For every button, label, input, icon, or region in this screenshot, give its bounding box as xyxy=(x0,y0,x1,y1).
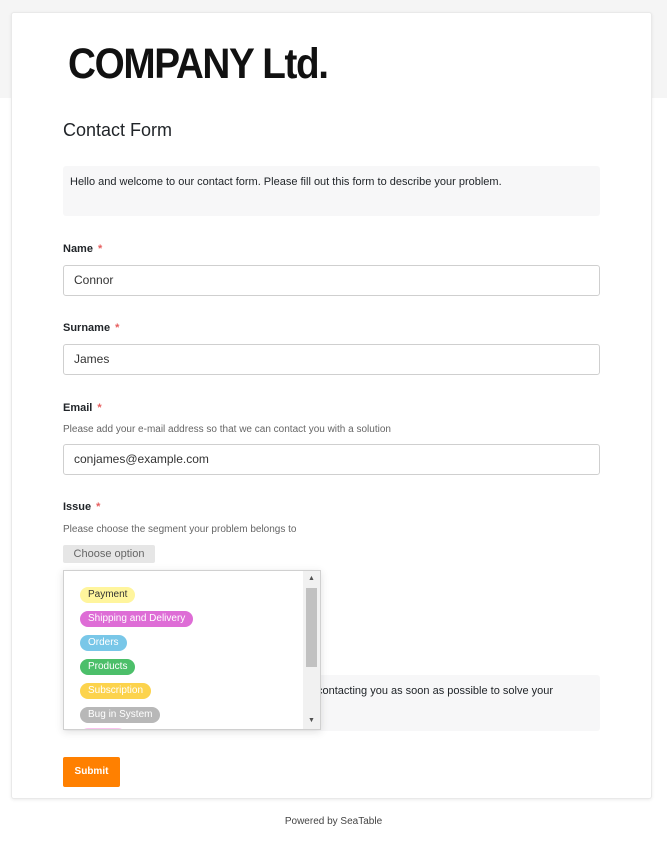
form-description-text: Hello and welcome to our contact form. P… xyxy=(70,176,502,188)
name-input-value: Connor xyxy=(74,273,114,287)
issue-option-payment[interactable]: Payment xyxy=(80,584,136,603)
option-pill: Bug in System xyxy=(80,707,161,723)
email-hint: Please add your e-mail address so that w… xyxy=(63,424,391,435)
submit-button[interactable]: Submit xyxy=(63,757,120,787)
issue-option-orders[interactable]: Orders xyxy=(80,632,127,651)
issue-label-text: Issue xyxy=(63,501,92,513)
issue-options-list: Payment Shipping and Delivery Orders Pro… xyxy=(64,571,304,729)
dropdown-scrollbar[interactable]: ▲ ▼ xyxy=(303,571,320,729)
issue-option-partial[interactable] xyxy=(80,728,126,729)
issue-option-shipping[interactable]: Shipping and Delivery xyxy=(80,608,194,627)
name-input[interactable]: Connor xyxy=(63,265,600,296)
form-description: Hello and welcome to our contact form. P… xyxy=(63,166,600,216)
surname-label: Surname * xyxy=(63,322,119,334)
issue-options-dropdown[interactable]: Payment Shipping and Delivery Orders Pro… xyxy=(63,570,321,730)
email-input[interactable]: conjames@example.com xyxy=(63,444,600,475)
surname-input-value: James xyxy=(74,352,110,366)
surname-input[interactable]: James xyxy=(63,344,600,375)
issue-option-products[interactable]: Products xyxy=(80,656,136,675)
issue-label: Issue * xyxy=(63,501,100,513)
issue-option-subscription[interactable]: Subscription xyxy=(80,680,152,699)
scroll-down-icon[interactable]: ▼ xyxy=(303,713,320,729)
surname-label-text: Surname xyxy=(63,322,111,334)
required-marker: * xyxy=(115,322,120,334)
name-label-text: Name xyxy=(63,243,93,255)
required-marker: * xyxy=(96,501,101,513)
closing-message-text: contacting you as soon as possible to so… xyxy=(317,685,554,697)
option-pill: Orders xyxy=(80,635,127,651)
required-marker: * xyxy=(97,402,102,414)
email-label-text: Email xyxy=(63,402,93,414)
footer-powered-by[interactable]: Powered by SeaTable xyxy=(0,816,667,827)
email-label: Email * xyxy=(63,402,102,414)
issue-option-bug[interactable]: Bug in System xyxy=(80,704,161,723)
email-input-value: conjames@example.com xyxy=(74,452,209,466)
scroll-up-icon[interactable]: ▲ xyxy=(303,571,320,587)
scrollbar-thumb[interactable] xyxy=(306,588,317,667)
company-logo: COMPANY Ltd. xyxy=(68,40,329,88)
option-pill: Shipping and Delivery xyxy=(80,611,194,627)
issue-hint: Please choose the segment your problem b… xyxy=(63,524,297,535)
option-pill: Subscription xyxy=(80,683,152,699)
option-pill xyxy=(80,728,126,729)
option-pill: Payment xyxy=(80,587,136,603)
form-title: Contact Form xyxy=(63,120,173,140)
choose-option-button[interactable]: Choose option xyxy=(63,545,155,563)
required-marker: * xyxy=(97,243,103,255)
name-label: Name * xyxy=(63,243,102,255)
option-pill: Products xyxy=(80,659,136,675)
